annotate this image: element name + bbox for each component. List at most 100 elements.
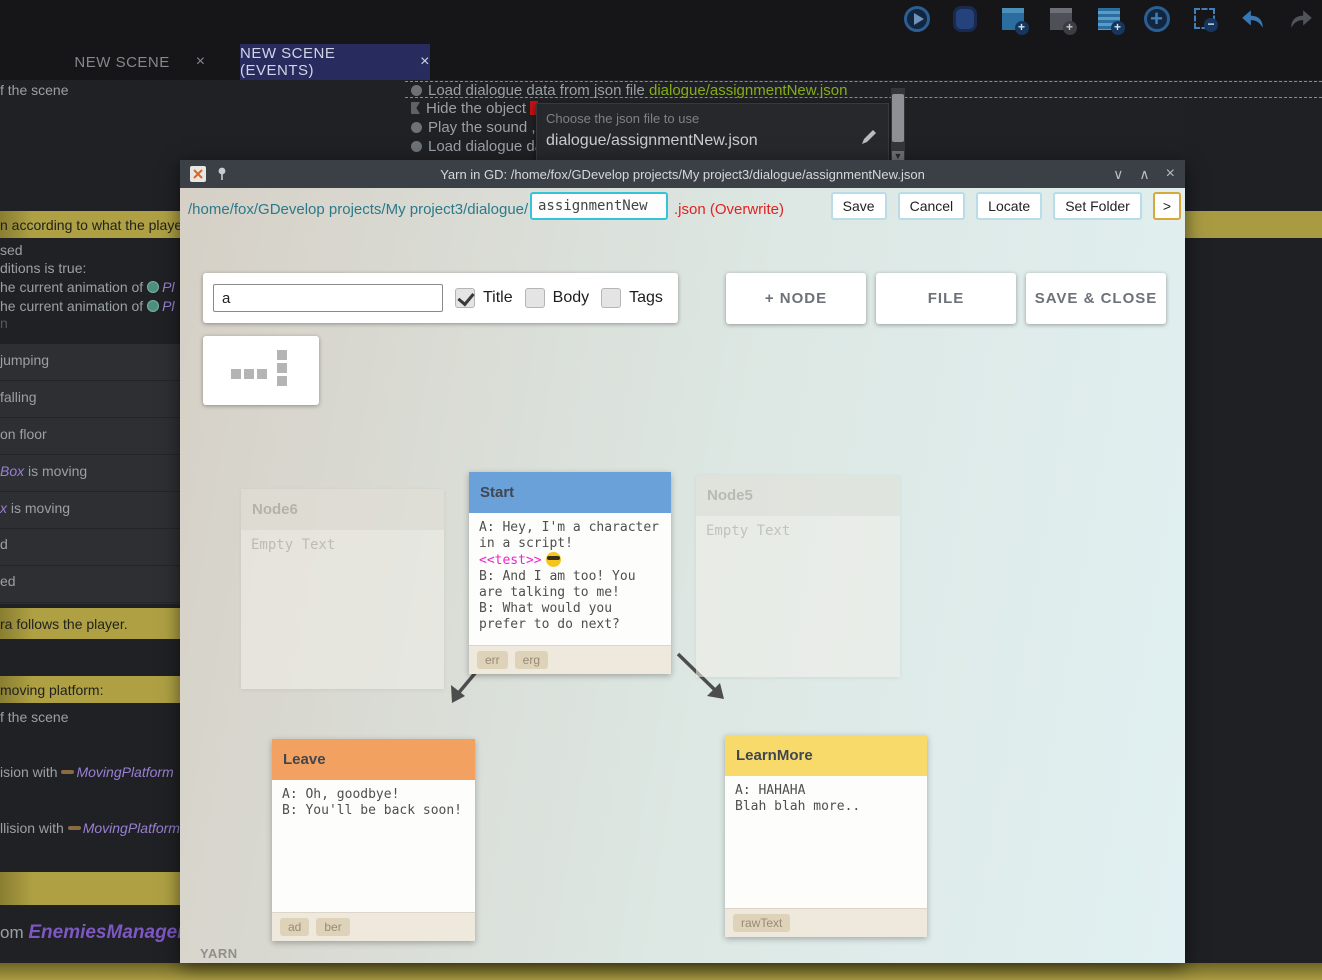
event-condition[interactable]: llision with MovingPlatform [0, 820, 180, 836]
node-title: Start [469, 472, 671, 513]
event-text[interactable]: ed [0, 573, 180, 589]
event-text[interactable]: jumping [0, 352, 180, 368]
dialog-title: Yarn in GD: /home/fox/GDevelop projects/… [180, 167, 1185, 182]
comment-row[interactable]: n according to what the playe [0, 211, 180, 238]
add-node-button[interactable]: + NODE [726, 273, 866, 324]
comment-row[interactable]: moving platform: [0, 676, 180, 703]
event-text[interactable]: f the scene [0, 709, 180, 725]
node-tags: rawText [725, 908, 927, 937]
play-icon[interactable] [903, 5, 930, 32]
event-text[interactable]: falling [0, 389, 180, 405]
node-body: A: HAHAHA Blah blah more.. [725, 776, 927, 908]
tags-checkbox-label: Tags [629, 289, 663, 307]
json-file-popup: Choose the json file to use dialogue/ass… [536, 103, 889, 162]
node-title: LearnMore [725, 735, 927, 776]
events-sheet-right [1185, 80, 1322, 980]
dot [244, 369, 254, 379]
event-condition[interactable]: om EnemiesManager [0, 922, 180, 944]
add-external-events-icon[interactable]: + [1047, 5, 1074, 32]
tag-chip[interactable]: erg [515, 651, 548, 669]
maximize-icon[interactable]: ∧ [1139, 166, 1149, 183]
redo-icon[interactable] [1287, 5, 1314, 32]
yarn-node-leave[interactable]: Leave A: Oh, goodbye! B: You'll be back … [272, 739, 475, 941]
player-icon [147, 281, 159, 293]
search-input[interactable] [213, 284, 443, 312]
cool-emoji-icon [546, 552, 561, 567]
deselect-icon[interactable]: − [1191, 5, 1218, 32]
event-row-selected[interactable]: Load dialogue data from json file dialog… [405, 81, 1322, 98]
pin-icon[interactable] [216, 167, 228, 181]
event-condition[interactable]: x is moving [0, 500, 180, 516]
node-tags: ad ber [272, 912, 475, 941]
event-text[interactable]: n [0, 315, 180, 331]
save-button[interactable]: Save [831, 192, 887, 220]
dialog-titlebar[interactable]: Yarn in GD: /home/fox/GDevelop projects/… [180, 160, 1185, 188]
scrollbar-thumb[interactable] [892, 94, 904, 142]
filename-input[interactable] [530, 192, 668, 220]
close-icon[interactable]: × [1166, 165, 1175, 183]
expand-button[interactable]: > [1153, 192, 1181, 220]
save-and-close-button[interactable]: SAVE & CLOSE [1026, 273, 1166, 324]
event-condition[interactable]: Box is moving [0, 463, 180, 479]
popup-hint: Choose the json file to use [546, 111, 699, 126]
dot [277, 363, 287, 373]
node-body: A: Oh, goodbye! B: You'll be back soon! [272, 780, 475, 912]
bottom-comment-bar [0, 963, 1322, 980]
node-title: Node5 [696, 475, 900, 516]
platform-icon [68, 826, 81, 830]
dialog-body: /home/fox/GDevelop projects/My project3/… [180, 188, 1185, 963]
yarn-node-learnmore[interactable]: LearnMore A: HAHAHA Blah blah more.. raw… [725, 735, 927, 937]
title-checkbox[interactable] [455, 288, 475, 308]
minimize-icon[interactable]: ∨ [1113, 166, 1123, 183]
tab-bar: NEW SCENE × NEW SCENE (EVENTS) × [0, 40, 1322, 80]
search-card: Title Body Tags [203, 273, 678, 323]
event-text[interactable]: ditions is true: [0, 260, 180, 276]
edit-pen-icon[interactable] [860, 128, 878, 146]
json-file-link[interactable]: dialogue/assignmentNew.json [649, 82, 847, 99]
yarn-node-start[interactable]: Start A: Hey, I'm a character in a scrip… [469, 472, 671, 674]
node-title: Leave [272, 739, 475, 780]
event-text[interactable]: on floor [0, 426, 180, 442]
undo-icon[interactable] [1239, 5, 1266, 32]
body-checkbox-label: Body [553, 289, 589, 307]
title-checkbox-label: Title [483, 289, 513, 307]
node-body: A: Hey, I'm a character in a script! <<t… [469, 513, 671, 645]
add-events-icon[interactable]: + [1095, 5, 1122, 32]
events-scrollbar[interactable]: ▼ [891, 88, 905, 162]
event-text[interactable]: sed [0, 242, 180, 258]
tab-close-icon[interactable]: × [196, 53, 206, 71]
add-object-icon[interactable]: + [1143, 5, 1170, 32]
tag-chip[interactable]: ber [316, 918, 349, 936]
tags-checkbox[interactable] [601, 288, 621, 308]
comment-row[interactable]: ra follows the player. [0, 608, 180, 639]
layout-switch-widget[interactable] [203, 336, 319, 405]
add-scene-icon[interactable]: + [999, 5, 1026, 32]
yarn-dialog: Yarn in GD: /home/fox/GDevelop projects/… [180, 160, 1185, 963]
tag-chip[interactable]: err [477, 651, 508, 669]
tab-new-scene[interactable]: NEW SCENE × [40, 44, 240, 80]
body-checkbox[interactable] [525, 288, 545, 308]
player-icon [147, 300, 159, 312]
main-toolbar: + + + + − [0, 0, 1322, 40]
tab-close-icon[interactable]: × [420, 53, 430, 71]
dot [277, 350, 287, 360]
node-tags: err erg [469, 645, 671, 674]
event-text[interactable]: f the scene [0, 82, 180, 98]
file-button[interactable]: FILE [876, 273, 1016, 324]
popup-value[interactable]: dialogue/assignmentNew.json [546, 132, 758, 150]
event-text[interactable]: d [0, 536, 180, 552]
event-condition[interactable]: he current animation of Pl [0, 279, 180, 295]
tab-new-scene-events[interactable]: NEW SCENE (EVENTS) × [240, 44, 430, 80]
debug-icon[interactable] [951, 5, 978, 32]
tag-chip[interactable]: ad [280, 918, 309, 936]
set-folder-button[interactable]: Set Folder [1053, 192, 1142, 220]
event-condition[interactable]: ision with MovingPlatform [0, 764, 180, 780]
event-condition[interactable]: he current animation of Pl [0, 298, 180, 314]
yarn-node-node5[interactable]: Node5 Empty Text [696, 475, 900, 677]
comment-row[interactable] [0, 872, 180, 905]
node-body: Empty Text [696, 516, 900, 677]
locate-button[interactable]: Locate [976, 192, 1042, 220]
cancel-button[interactable]: Cancel [898, 192, 966, 220]
tag-chip[interactable]: rawText [733, 914, 790, 932]
yarn-node-node6[interactable]: Node6 Empty Text [241, 489, 444, 689]
